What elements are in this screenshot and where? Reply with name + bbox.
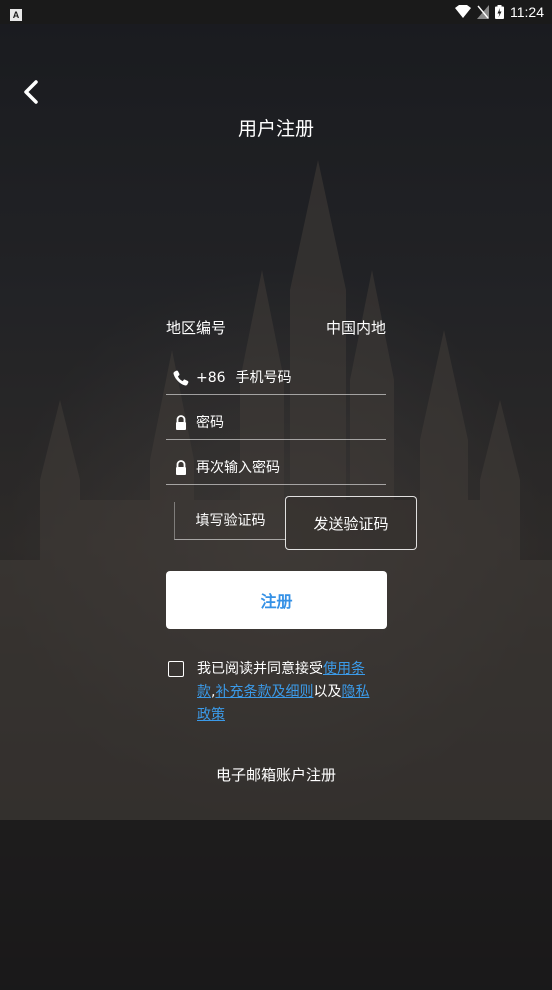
phone-icon <box>173 370 189 385</box>
supplementary-terms-link[interactable]: 补充条款及细则 <box>215 684 313 700</box>
agreement-checkbox[interactable] <box>168 661 184 677</box>
country-code[interactable]: +86 <box>196 370 226 386</box>
lock-icon <box>176 414 186 430</box>
agreement-text: 我已阅读并同意接受使用条款,补充条款及细则以及隐私政策 <box>197 658 383 727</box>
background-scrim <box>0 0 552 990</box>
status-time: 11:24 <box>510 4 544 20</box>
agreement-text-before: 我已阅读并同意接受 <box>197 661 323 677</box>
agreement-row: 我已阅读并同意接受使用条款,补充条款及细则以及隐私政策 <box>168 658 388 727</box>
chevron-left-icon <box>24 80 38 104</box>
back-button[interactable] <box>18 78 46 106</box>
no-sim-icon <box>477 5 489 19</box>
register-button[interactable]: 注册 <box>166 571 387 629</box>
phone-input[interactable] <box>235 369 406 386</box>
lock-icon <box>176 459 186 475</box>
verification-code-input[interactable] <box>175 502 286 539</box>
email-register-link[interactable]: 电子邮箱账户注册 <box>0 764 552 785</box>
confirm-password-input[interactable] <box>196 459 366 476</box>
verification-code-field <box>174 502 286 540</box>
password-field <box>166 406 386 440</box>
status-right: 11:24 <box>455 4 544 20</box>
password-input[interactable] <box>196 414 366 431</box>
status-left: A <box>10 3 22 22</box>
agreement-text-middle: 以及 <box>313 684 342 700</box>
app-notification-icon: A <box>10 8 22 21</box>
wifi-icon <box>455 5 471 18</box>
status-bar: A 11:24 <box>0 0 552 24</box>
phone-field: +86 <box>166 361 406 395</box>
region-label: 地区编号 <box>166 318 227 337</box>
send-code-button[interactable]: 发送验证码 <box>285 496 417 550</box>
region-selector[interactable]: 地区编号 中国内地 <box>166 316 386 338</box>
confirm-password-field <box>166 451 386 485</box>
battery-icon <box>495 5 504 19</box>
region-value[interactable]: 中国内地 <box>326 317 386 338</box>
page-title: 用户注册 <box>237 118 314 140</box>
